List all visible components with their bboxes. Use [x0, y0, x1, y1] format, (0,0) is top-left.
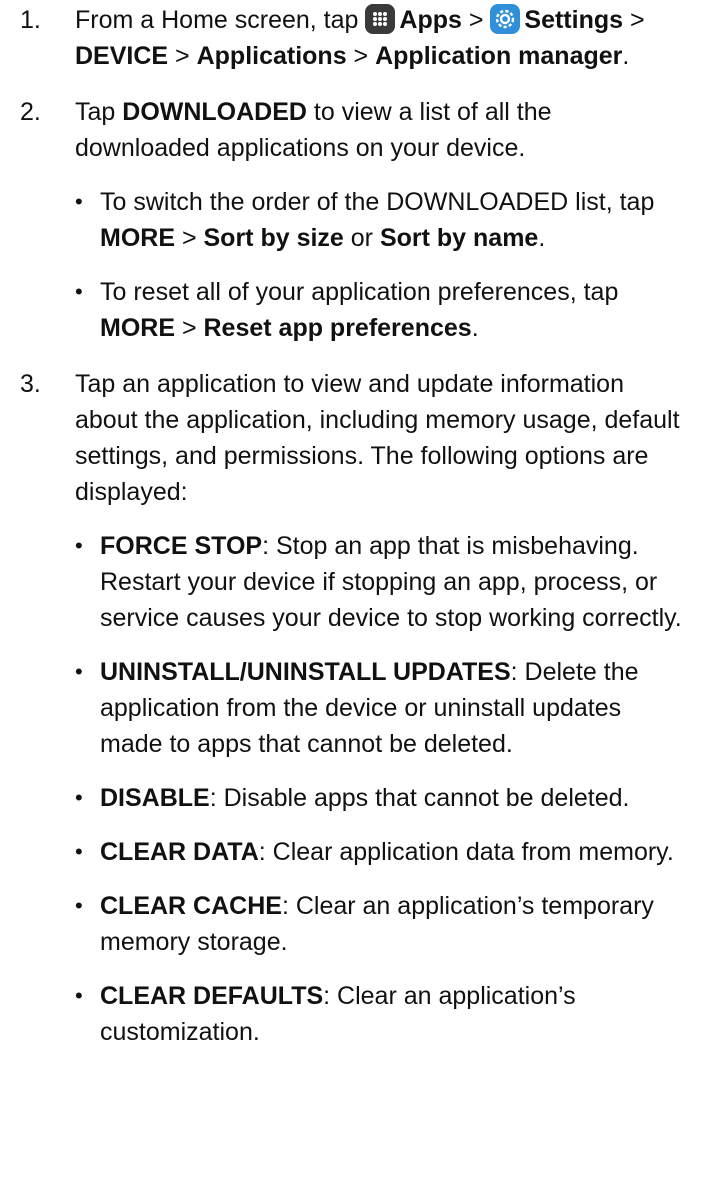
- bullet-item: • DISABLE: Disable apps that cannot be d…: [75, 780, 689, 816]
- step-text: Tap an application to view and update in…: [75, 370, 680, 506]
- bullet-dot: •: [75, 839, 83, 864]
- application-manager-label: Application manager: [375, 42, 623, 70]
- step-number: 1.: [20, 6, 41, 34]
- bullet-dot: •: [75, 659, 83, 684]
- bullet-dot: •: [75, 279, 83, 304]
- reset-app-preferences-label: Reset app preferences: [203, 314, 472, 342]
- device-label: DEVICE: [75, 42, 169, 70]
- text-segment: To reset all of your application prefere…: [100, 278, 619, 306]
- separator: >: [623, 6, 645, 34]
- bullet-dot: •: [75, 785, 83, 810]
- document-page: 1. From a Home screen, tap Apps > Settin…: [0, 0, 701, 1199]
- text-segment: Tap: [75, 98, 123, 126]
- separator: >: [168, 42, 197, 70]
- bullet-dot: •: [75, 189, 83, 214]
- settings-label: Settings: [524, 6, 624, 34]
- step-2-bullets: • To switch the order of the DOWNLOADED …: [75, 184, 689, 346]
- separator: >: [461, 6, 491, 34]
- applications-label: Applications: [196, 42, 347, 70]
- bullet-item: • To switch the order of the DOWNLOADED …: [75, 184, 689, 256]
- sort-by-name-label: Sort by name: [379, 224, 539, 252]
- step-2: 2. Tap DOWNLOADED to view a list of all …: [20, 94, 689, 346]
- bullet-item: • CLEAR CACHE: Clear an application’s te…: [75, 888, 689, 960]
- text-segment: To switch the order of the DOWNLOADED li…: [100, 188, 655, 216]
- bullet-item: • FORCE STOP: Stop an app that is misbeh…: [75, 528, 689, 636]
- separator: >: [346, 42, 376, 70]
- bullet-item: • CLEAR DATA: Clear application data fro…: [75, 834, 689, 870]
- step-number: 3.: [20, 370, 41, 398]
- option-term: FORCE STOP: [100, 532, 263, 560]
- step-3-bullets: • FORCE STOP: Stop an app that is misbeh…: [75, 528, 689, 1050]
- separator: >: [175, 224, 204, 252]
- text-segment: or: [343, 224, 380, 252]
- apps-label: Apps: [399, 6, 462, 34]
- bullet-dot: •: [75, 533, 83, 558]
- bullet-item: • CLEAR DEFAULTS: Clear an application’s…: [75, 978, 689, 1050]
- period: .: [622, 42, 630, 70]
- step-3: 3. Tap an application to view and update…: [20, 366, 689, 1050]
- more-label: MORE: [100, 314, 175, 342]
- more-label: MORE: [100, 224, 175, 252]
- downloaded-label: DOWNLOADED: [122, 98, 307, 126]
- option-term: DISABLE: [100, 784, 210, 812]
- option-description: : Clear application data from memory.: [258, 838, 674, 866]
- steps-list: 1. From a Home screen, tap Apps > Settin…: [20, 2, 689, 1050]
- period: .: [538, 224, 546, 252]
- option-term: CLEAR DEFAULTS: [100, 982, 324, 1010]
- bullet-dot: •: [75, 983, 83, 1008]
- text-segment: From a Home screen, tap: [75, 6, 366, 34]
- option-description: : Disable apps that cannot be deleted.: [209, 784, 630, 812]
- step-number: 2.: [20, 98, 41, 126]
- step-1: 1. From a Home screen, tap Apps > Settin…: [20, 2, 689, 74]
- option-term: CLEAR DATA: [100, 838, 259, 866]
- bullet-item: • To reset all of your application prefe…: [75, 274, 689, 346]
- sort-by-size-label: Sort by size: [203, 224, 344, 252]
- apps-grid-icon: [365, 4, 396, 34]
- step-text: Tap DOWNLOADED to view a list of all the…: [75, 94, 689, 166]
- step-text: From a Home screen, tap Apps > Settings …: [75, 2, 689, 74]
- option-term: UNINSTALL/UNINSTALL UPDATES: [100, 658, 511, 686]
- period: .: [471, 314, 479, 342]
- bullet-item: • UNINSTALL/UNINSTALL UPDATES: Delete th…: [75, 654, 689, 762]
- settings-gear-icon: [490, 4, 521, 34]
- separator: >: [175, 314, 204, 342]
- bullet-dot: •: [75, 893, 83, 918]
- option-term: CLEAR CACHE: [100, 892, 282, 920]
